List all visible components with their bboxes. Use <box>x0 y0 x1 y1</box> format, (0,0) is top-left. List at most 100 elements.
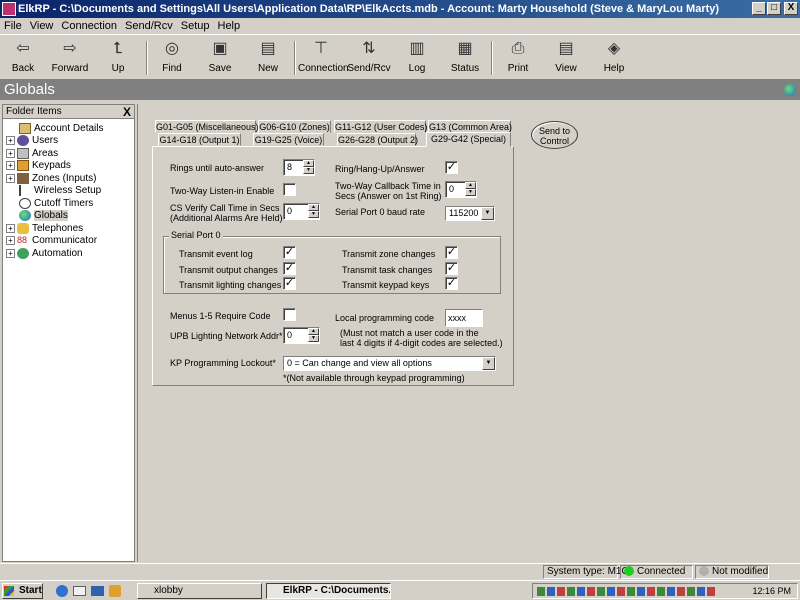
folder-pane-close-icon[interactable]: X <box>123 105 131 119</box>
expand-icon[interactable]: + <box>6 135 15 145</box>
help-book-icon: ◈ <box>607 40 621 57</box>
spin-down-icon[interactable]: ▼ <box>465 189 476 196</box>
cs-verify-spinner[interactable]: 0 ▲ ▼ <box>283 203 320 220</box>
tree-item-users[interactable]: + Users <box>6 134 58 147</box>
spin-up-icon[interactable]: ▲ <box>308 328 319 335</box>
help-button[interactable]: ◈ Help <box>591 39 637 74</box>
tab-g14-g18[interactable]: G14-G18 (Output 1) <box>158 133 241 146</box>
up-button[interactable]: ⮤ Up <box>95 39 141 74</box>
minimize-button[interactable]: _ <box>752 2 766 15</box>
cs-verify-label: CS Verify Call Time in Secs <box>170 203 280 213</box>
menu-file[interactable]: File <box>0 18 26 34</box>
connection-icon: ⊤ <box>314 40 328 57</box>
menu-connection[interactable]: Connection <box>57 18 121 34</box>
tree-item-globals[interactable]: Globals <box>19 209 68 222</box>
send-receive-icon: ⇅ <box>362 40 376 57</box>
transmit-zone-changes-label: Transmit zone changes <box>342 249 436 259</box>
kp-lockout-select[interactable]: 0 = Can change and view all options ▼ <box>283 356 496 371</box>
menu-setup[interactable]: Setup <box>177 18 214 34</box>
back-button[interactable]: ⇦ Back <box>0 39 46 74</box>
globe-icon <box>19 209 31 221</box>
forward-button[interactable]: ⇨ Forward <box>47 39 93 74</box>
tree-item-communicator[interactable]: +88 Communicator <box>6 234 97 247</box>
view-button[interactable]: ▤ View <box>543 39 589 74</box>
desktop-icon[interactable] <box>91 586 104 596</box>
close-button[interactable]: X <box>784 2 798 15</box>
save-button[interactable]: ▣ Save <box>197 39 243 74</box>
rings-spinner[interactable]: 8 ▲ ▼ <box>283 159 315 176</box>
new-button[interactable]: ▤ New <box>245 39 291 74</box>
log-icon: ▥ <box>409 40 425 57</box>
expand-icon[interactable]: + <box>6 235 15 245</box>
spin-up-icon[interactable]: ▲ <box>465 182 476 189</box>
up-folder-icon: ⮤ <box>113 40 123 57</box>
rings-label: Rings until auto-answer <box>170 163 265 173</box>
spin-down-icon[interactable]: ▼ <box>303 167 314 174</box>
spin-down-icon[interactable]: ▼ <box>308 211 319 218</box>
transmit-keypad-keys-checkbox[interactable]: ✓ <box>445 277 458 290</box>
transmit-event-log-checkbox[interactable]: ✓ <box>283 246 296 259</box>
tree-item-automation[interactable]: + Automation <box>6 247 83 260</box>
transmit-output-changes-checkbox[interactable]: ✓ <box>283 262 296 275</box>
connection-button[interactable]: ⊤ Connection <box>298 39 349 74</box>
menus-require-code-checkbox[interactable] <box>283 308 296 321</box>
menu-sendrcv[interactable]: Send/Rcv <box>121 18 177 34</box>
transmit-zone-changes-checkbox[interactable]: ✓ <box>445 246 458 259</box>
windows-logo-icon <box>4 586 14 596</box>
upb-spinner[interactable]: 0 ▲ ▼ <box>283 327 320 344</box>
folder-pane-header: Folder Items X <box>3 105 134 119</box>
outlook-icon[interactable] <box>73 586 86 596</box>
expand-icon[interactable]: + <box>6 223 15 233</box>
status-button[interactable]: ▦ Status <box>442 39 488 74</box>
ring-hang-checkbox[interactable]: ✓ <box>445 161 458 174</box>
transmit-lighting-changes-checkbox[interactable]: ✓ <box>283 277 296 290</box>
twoway-callback-spinner[interactable]: 0 ▲ ▼ <box>445 181 477 198</box>
ie-icon[interactable] <box>56 585 68 597</box>
task-xlobby[interactable]: xlobby <box>137 583 262 599</box>
sendrcv-button[interactable]: ⇅ Send/Rcv <box>346 39 392 74</box>
local-prog-input[interactable]: xxxx <box>445 309 483 327</box>
media-player-icon[interactable] <box>109 585 121 597</box>
task-elkrp[interactable]: ElkRP - C:\Documents... <box>266 583 391 599</box>
menu-help[interactable]: Help <box>214 18 245 34</box>
expand-icon[interactable]: + <box>6 248 15 258</box>
transmit-task-changes-label: Transmit task changes <box>342 265 433 275</box>
expand-icon[interactable]: + <box>6 173 15 183</box>
kp-lockout-label: KP Programming Lockout* <box>170 358 276 368</box>
status-icon: ▦ <box>457 40 473 57</box>
tab-g11-g12[interactable]: G11-G12 (User Codes) <box>334 120 427 133</box>
timer-icon <box>19 197 31 209</box>
tab-g06-g10[interactable]: G06-G10 (Zones) <box>258 120 331 133</box>
tray-icons[interactable] <box>537 587 717 596</box>
serial-baud-select[interactable]: 115200 ▼ <box>445 206 495 221</box>
log-button[interactable]: ▥ Log <box>394 39 440 74</box>
spin-down-icon[interactable]: ▼ <box>308 335 319 342</box>
tab-g29-g42[interactable]: G29-G42 (Special) <box>426 132 511 147</box>
find-button[interactable]: ◎ Find <box>149 39 195 74</box>
tab-g01-g05[interactable]: G01-G05 (Miscellaneous) <box>155 120 259 133</box>
transmit-task-changes-checkbox[interactable]: ✓ <box>445 262 458 275</box>
spin-up-icon[interactable]: ▲ <box>303 160 314 167</box>
twoway-listen-checkbox[interactable] <box>283 183 296 196</box>
chevron-down-icon[interactable]: ▼ <box>481 207 494 220</box>
spin-up-icon[interactable]: ▲ <box>308 204 319 211</box>
forward-arrow-icon: ⇨ <box>63 40 77 57</box>
local-prog-note-line1: (Must not match a user code in the <box>340 328 479 338</box>
print-button[interactable]: ⎙ Print <box>495 39 541 74</box>
tree-item-keypads[interactable]: + Keypads <box>6 159 71 172</box>
tab-g26-g28[interactable]: G26-G28 (Output 2) <box>337 133 418 146</box>
back-arrow-icon: ⇦ <box>16 40 30 57</box>
taskbar: Start xlobby ElkRP - C:\Documents... 12:… <box>0 580 800 600</box>
expand-icon[interactable]: + <box>6 148 15 158</box>
local-prog-note-line2: last 4 digits if 4-digit codes are selec… <box>340 338 503 348</box>
maximize-button[interactable]: □ <box>767 2 781 15</box>
tree-item-wireless-setup[interactable]: Wireless Setup <box>19 184 101 197</box>
keypad-icon <box>17 159 29 171</box>
expand-icon[interactable]: + <box>6 160 15 170</box>
menu-view[interactable]: View <box>26 18 58 34</box>
connected-dot-icon <box>624 566 634 577</box>
transmit-output-changes-label: Transmit output changes <box>179 265 278 275</box>
send-to-control-button[interactable]: Send to Control <box>531 121 578 149</box>
tab-g19-g25[interactable]: G19-G25 (Voice) <box>253 133 324 146</box>
chevron-down-icon[interactable]: ▼ <box>482 357 495 370</box>
